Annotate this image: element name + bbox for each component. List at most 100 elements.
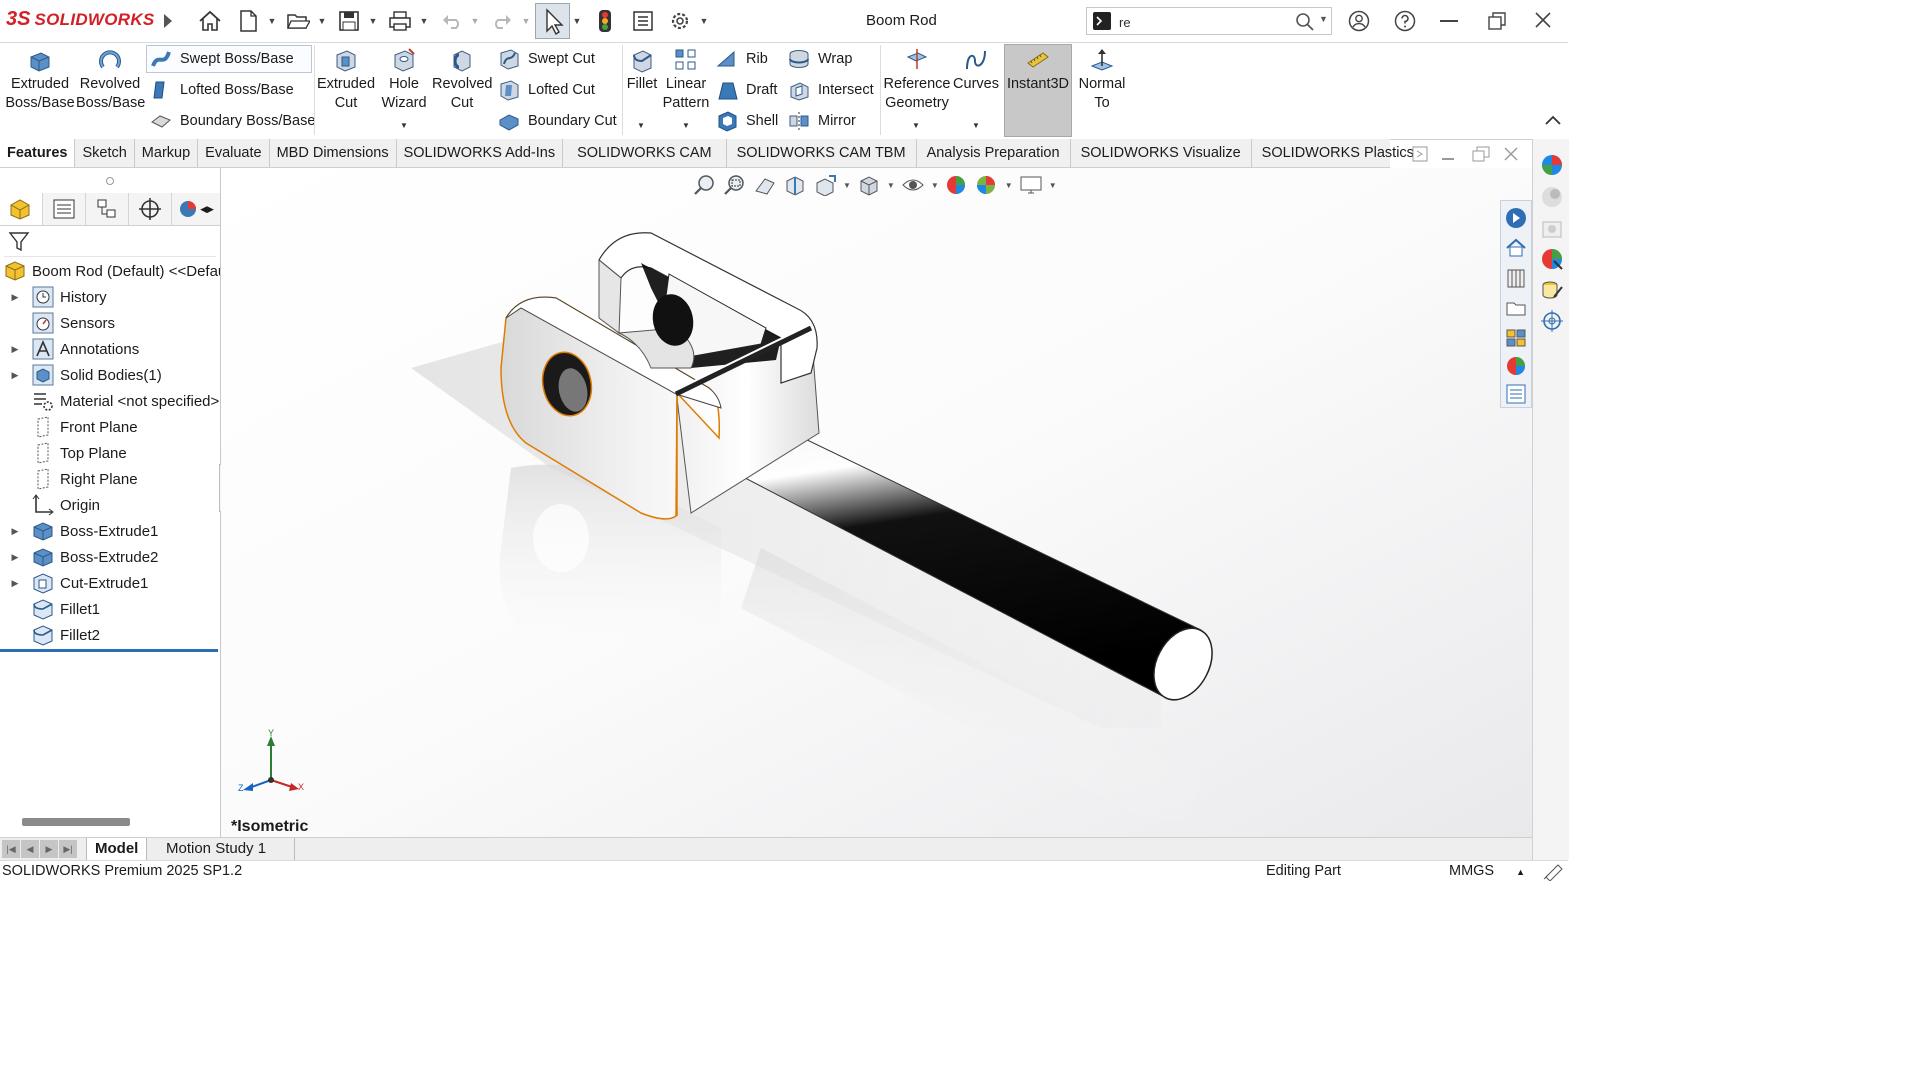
rebuild-traffic-light-icon[interactable]: [593, 9, 617, 33]
tree-item-solid-bodies[interactable]: ▶ Solid Bodies(1): [0, 362, 220, 388]
select-button[interactable]: [535, 3, 570, 39]
shell-button[interactable]: Shell: [716, 108, 778, 134]
tab-motion-study[interactable]: Motion Study 1: [158, 838, 295, 860]
view-orientation-dropdown-icon[interactable]: ▼: [843, 181, 851, 190]
restore-icon[interactable]: [1487, 11, 1507, 34]
display-style-dropdown-icon[interactable]: ▼: [887, 181, 895, 190]
scroll-last-icon[interactable]: ▶|: [59, 840, 77, 858]
appearances-icon[interactable]: [1505, 355, 1527, 377]
search-dropdown-icon[interactable]: ▼: [1319, 14, 1328, 24]
collapse-ribbon-icon[interactable]: [1544, 113, 1562, 130]
scroll-prev-icon[interactable]: ◀: [21, 840, 39, 858]
lofted-boss-button[interactable]: Lofted Boss/Base: [150, 77, 294, 103]
boundary-cut-button[interactable]: Boundary Cut: [498, 108, 617, 134]
new-document-icon[interactable]: [236, 9, 260, 33]
scene-dropdown-icon[interactable]: ▼: [1005, 181, 1013, 190]
lofted-cut-button[interactable]: Lofted Cut: [498, 77, 595, 103]
wrap-button[interactable]: Wrap: [788, 46, 852, 72]
tab-analysis-preparation[interactable]: Analysis Preparation: [917, 139, 1071, 167]
extruded-cut-button[interactable]: Extruded Cut: [316, 47, 376, 113]
filter-icon[interactable]: [8, 230, 32, 254]
panel-splitter-grip[interactable]: [106, 177, 114, 185]
intersect-button[interactable]: Intersect: [788, 77, 874, 103]
file-properties-icon[interactable]: [631, 9, 655, 33]
hole-wizard-dropdown-icon[interactable]: ▼: [400, 121, 408, 130]
unit-system-dropdown-icon[interactable]: ▲: [1516, 867, 1525, 877]
doc-close-icon[interactable]: [1504, 147, 1518, 164]
expand-arrow-icon[interactable]: ▶: [8, 526, 22, 537]
tab-solidworks-cam[interactable]: SOLIDWORKS CAM: [563, 139, 727, 167]
section-view-icon[interactable]: [783, 174, 807, 196]
reference-geometry-button[interactable]: Reference Geometry: [882, 47, 952, 113]
print-icon[interactable]: [388, 9, 412, 33]
extruded-boss-button[interactable]: Extruded Boss/Base: [4, 47, 76, 113]
curves-dropdown-icon[interactable]: ▼: [972, 121, 980, 130]
property-manager-tab[interactable]: [43, 193, 86, 225]
hide-show-items-icon[interactable]: [901, 174, 925, 196]
home-icon[interactable]: [198, 9, 222, 33]
doc-minimize-icon[interactable]: [1442, 158, 1454, 160]
previous-view-icon[interactable]: [753, 174, 777, 196]
tab-scroll-arrows-icon[interactable]: ◀▶: [200, 204, 214, 215]
quick-tips-icon[interactable]: [1542, 861, 1564, 881]
reference-geometry-dropdown-icon[interactable]: ▼: [912, 121, 920, 130]
revolved-boss-button[interactable]: Revolved Boss/Base: [76, 47, 145, 113]
tab-mbd-dimensions[interactable]: MBD Dimensions: [270, 139, 397, 167]
draft-button[interactable]: Draft: [716, 77, 777, 103]
edit-appearance-icon[interactable]: [945, 174, 969, 196]
save-icon[interactable]: [337, 9, 361, 33]
edit-material-icon[interactable]: [1540, 279, 1564, 303]
tree-item-boss-extrude1[interactable]: ▶ Boss-Extrude1: [0, 518, 220, 544]
appearance-ball-icon[interactable]: [1540, 153, 1564, 177]
swept-boss-button[interactable]: Swept Boss/Base: [150, 46, 294, 72]
rib-button[interactable]: Rib: [716, 46, 768, 72]
tree-item-boss-extrude2[interactable]: ▶ Boss-Extrude2: [0, 544, 220, 570]
scroll-first-icon[interactable]: |◀: [2, 840, 20, 858]
expand-arrow-icon[interactable]: ▶: [8, 552, 22, 563]
expand-arrow-icon[interactable]: ▶: [8, 370, 22, 381]
dimxpert-manager-tab[interactable]: [129, 193, 172, 225]
hide-show-dropdown-icon[interactable]: ▼: [931, 181, 939, 190]
fillet-dropdown-icon[interactable]: ▼: [637, 121, 645, 130]
curves-button[interactable]: Curves: [952, 47, 1000, 94]
rollback-bar[interactable]: [0, 649, 218, 652]
linear-pattern-button[interactable]: Linear Pattern: [662, 47, 710, 113]
solidworks-resources-icon[interactable]: [1505, 207, 1527, 229]
target-icon[interactable]: [1540, 309, 1564, 333]
options-dropdown-icon[interactable]: ▼: [699, 14, 709, 28]
redo-icon[interactable]: [490, 9, 514, 33]
boundary-boss-button[interactable]: Boundary Boss/Base: [150, 108, 315, 134]
tree-item-history[interactable]: ▶ History: [0, 284, 220, 310]
fillet-button[interactable]: Fillet: [624, 47, 660, 94]
mirror-button[interactable]: Mirror: [788, 108, 856, 134]
tree-item-sensors[interactable]: Sensors: [0, 310, 220, 336]
search-icon[interactable]: [1295, 12, 1315, 35]
appearances-library-icon[interactable]: [1540, 247, 1564, 271]
decal-icon[interactable]: [1540, 185, 1564, 209]
tab-solidworks-visualize[interactable]: SOLIDWORKS Visualize: [1071, 139, 1252, 167]
swept-cut-button[interactable]: Swept Cut: [498, 46, 595, 72]
feature-manager-tab[interactable]: [0, 193, 43, 225]
expand-arrow-icon[interactable]: ▶: [8, 578, 22, 589]
home-view-icon[interactable]: [1505, 237, 1527, 259]
save-dropdown-icon[interactable]: ▼: [368, 14, 378, 28]
tree-root[interactable]: Boom Rod (Default) <<Default>: [0, 258, 220, 284]
tab-solidworks-add-ins[interactable]: SOLIDWORKS Add-Ins: [397, 139, 564, 167]
select-dropdown-icon[interactable]: ▼: [572, 14, 582, 28]
close-icon[interactable]: [1534, 11, 1552, 32]
unit-system[interactable]: MMGS ▲: [1449, 863, 1525, 879]
scene-icon[interactable]: [1540, 217, 1564, 241]
configuration-manager-tab[interactable]: [86, 193, 129, 225]
display-manager-tab[interactable]: ◀▶: [172, 193, 220, 225]
revolved-cut-button[interactable]: Revolved Cut: [432, 47, 492, 113]
undo-dropdown-icon[interactable]: ▼: [470, 14, 480, 28]
view-orientation-icon[interactable]: [857, 174, 881, 196]
view-settings-icon[interactable]: [1019, 174, 1043, 196]
view-palette-icon[interactable]: [1505, 327, 1527, 349]
tab-markup[interactable]: Markup: [135, 139, 199, 167]
search-input[interactable]: [1117, 11, 1291, 33]
view-settings-dropdown-icon[interactable]: ▼: [1049, 181, 1057, 190]
tab-model[interactable]: Model: [86, 838, 148, 860]
tree-item-cut-extrude1[interactable]: ▶ Cut-Extrude1: [0, 570, 220, 596]
custom-properties-icon[interactable]: [1505, 383, 1527, 405]
